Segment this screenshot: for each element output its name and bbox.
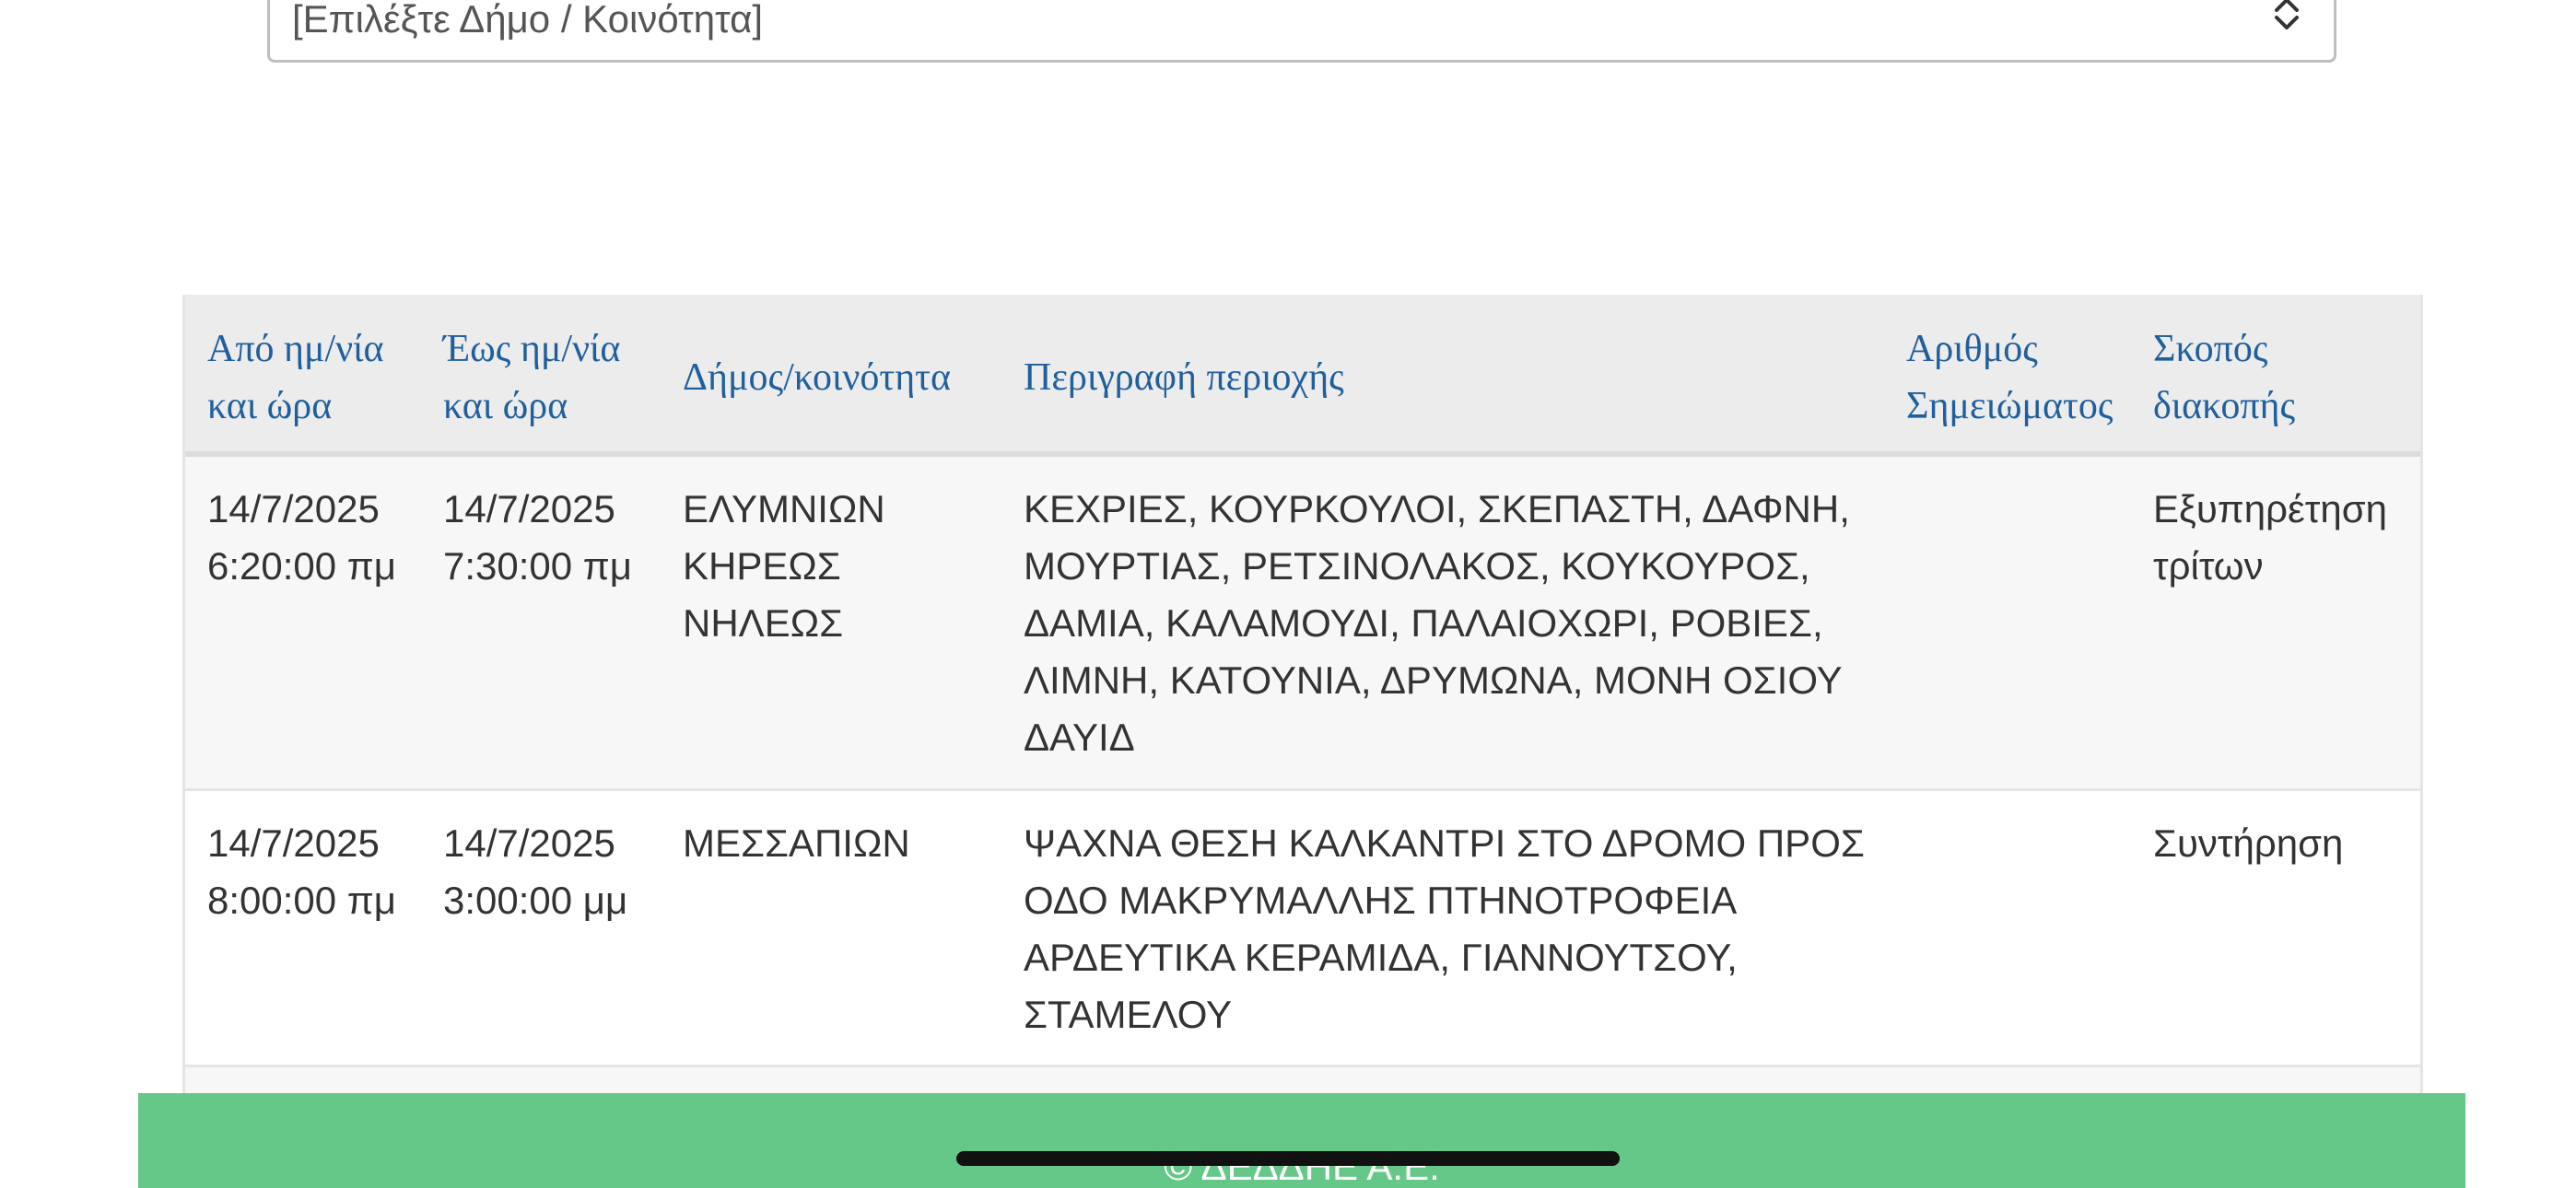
table-row: 14/7/2025 8:00:00 πμ 14/7/2025 3:00:00 μ… bbox=[185, 791, 2420, 1067]
outages-table: Από ημ/νία και ώρα Έως ημ/νία και ώρα Δή… bbox=[182, 295, 2423, 1123]
cell-area-description: ΨΑΧΝΑ ΘΕΣΗ ΚΑΛΚΑΝΤΡΙ ΣΤΟ ΔΡΟΜΟ ΠΡΟΣ ΟΔΟ … bbox=[1024, 821, 1865, 1036]
table-row: 14/7/2025 6:20:00 πμ 14/7/2025 7:30:00 π… bbox=[185, 457, 2420, 791]
cell-municipality: ΕΛΥΜΝΙΩΝ ΚΗΡΕΩΣ ΝΗΛΕΩΣ bbox=[683, 487, 885, 645]
cell-from-datetime: 14/7/2025 6:20:00 πμ bbox=[207, 487, 396, 588]
municipality-select-value: [Επιλέξτε Δήμο / Κοινότητα] bbox=[292, 0, 764, 41]
header-outage-purpose[interactable]: Σκοπός διακοπής bbox=[2153, 320, 2420, 435]
header-municipality[interactable]: Δήμος/κοινότητα bbox=[683, 349, 996, 406]
header-area-description[interactable]: Περιγραφή περιοχής bbox=[1024, 349, 1945, 406]
cell-outage-purpose: Συντήρηση bbox=[2153, 821, 2344, 865]
cell-from-datetime: 14/7/2025 8:00:00 πμ bbox=[207, 821, 396, 922]
header-from-datetime[interactable]: Από ημ/νία και ώρα bbox=[207, 320, 419, 435]
cell-area-description: ΚΕΧΡΙΕΣ, ΚΟΥΡΚΟΥΛΟΙ, ΣΚΕΠΑΣΤΗ, ΔΑΦΝΗ, ΜΟ… bbox=[1024, 487, 1850, 759]
header-note-number[interactable]: Αριθμός Σημειώματος bbox=[1906, 320, 2146, 435]
cell-to-datetime: 14/7/2025 3:00:00 μμ bbox=[443, 821, 628, 922]
page-footer: © ΔΕΔΔΗΕ Α.Ε. bbox=[138, 1093, 2465, 1188]
cell-municipality: ΜΕΣΣΑΠΙΩΝ bbox=[683, 821, 910, 865]
cell-to-datetime: 14/7/2025 7:30:00 πμ bbox=[443, 487, 632, 588]
table-header: Από ημ/νία και ώρα Έως ημ/νία και ώρα Δή… bbox=[185, 295, 2420, 457]
cell-outage-purpose: Εξυπηρέτηση τρίτων bbox=[2153, 487, 2387, 588]
home-indicator[interactable] bbox=[956, 1151, 1620, 1166]
select-chevron-updown-icon bbox=[2275, 0, 2299, 29]
municipality-select[interactable]: [Επιλέξτε Δήμο / Κοινότητα] bbox=[267, 0, 2336, 63]
header-to-datetime[interactable]: Έως ημ/νία και ώρα bbox=[443, 320, 655, 435]
